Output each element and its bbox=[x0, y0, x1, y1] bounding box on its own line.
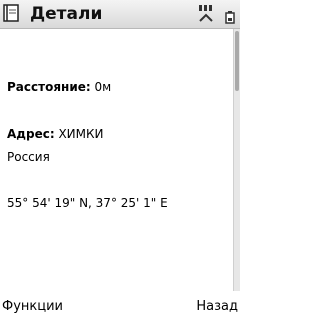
signal-icon bbox=[199, 5, 213, 22]
distance-label: Расстояние: bbox=[7, 80, 91, 94]
address-row: Адрес: ХИМКИ bbox=[7, 127, 104, 141]
back-softkey[interactable]: Назад bbox=[196, 299, 238, 314]
softkey-bar: Функции Назад bbox=[0, 295, 240, 320]
page-title: Детали bbox=[30, 4, 103, 24]
country-text: Россия bbox=[7, 150, 50, 164]
scrollbar-thumb[interactable] bbox=[235, 31, 239, 91]
options-softkey[interactable]: Функции bbox=[2, 299, 63, 314]
title-bar: Детали bbox=[0, 0, 240, 29]
book-icon bbox=[3, 4, 19, 22]
status-indicators bbox=[198, 3, 238, 25]
address-value: ХИМКИ bbox=[58, 127, 104, 141]
distance-value: 0м bbox=[94, 80, 112, 94]
scrollbar[interactable] bbox=[233, 29, 240, 291]
battery-icon bbox=[225, 11, 235, 24]
distance-row: Расстояние: 0м bbox=[7, 80, 111, 94]
address-label: Адрес: bbox=[7, 127, 55, 141]
coordinates-text: 55° 54' 19" N, 37° 25' 1" E bbox=[7, 196, 168, 210]
